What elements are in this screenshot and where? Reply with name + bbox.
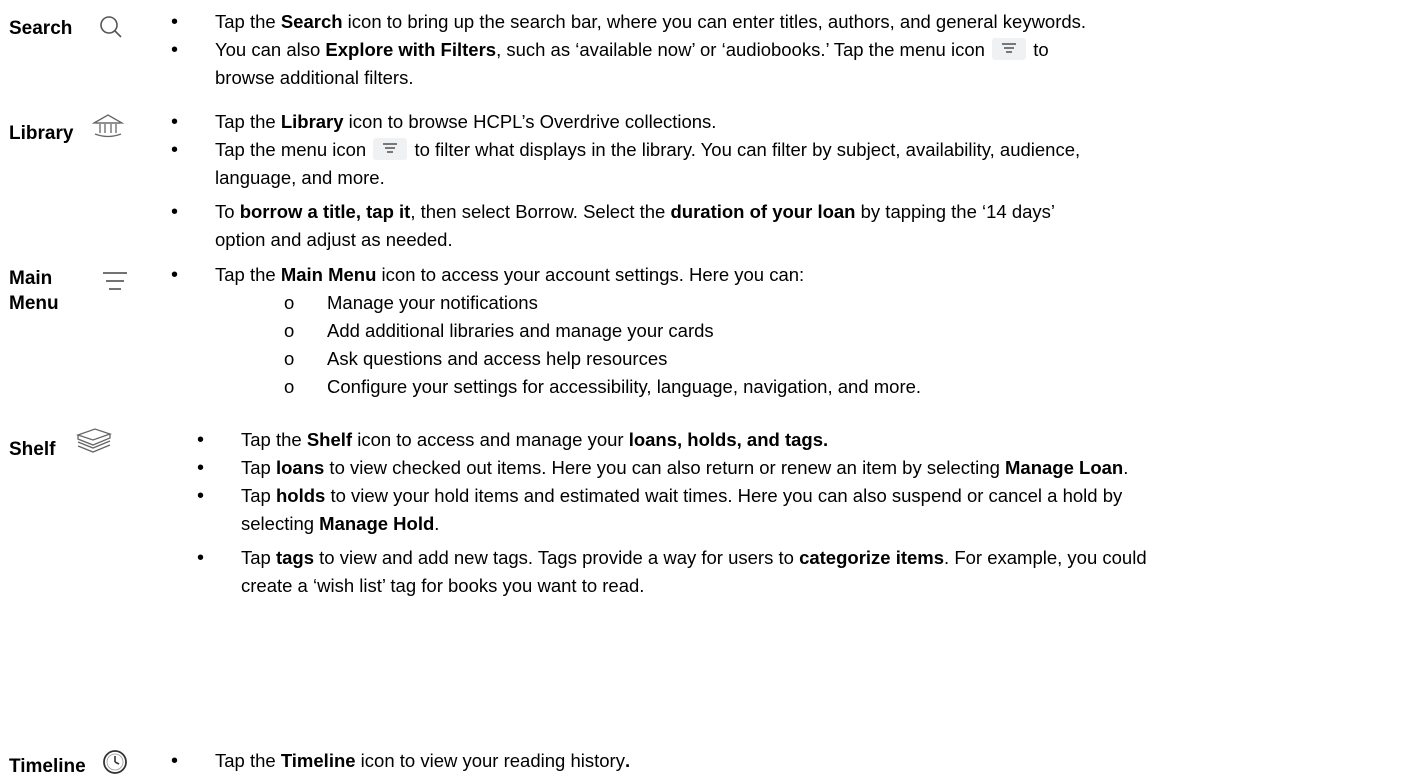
book-stack-icon [75,426,113,464]
timeline-label: Timeline [9,756,86,777]
search-bullet-2-cont: browse additional filters. [215,67,414,88]
library-bullet-3-cont: option and adjust as needed. [215,229,453,250]
search-bullet-1: Tap the Search icon to bring up the sear… [171,8,1086,36]
shelf-bullet-1: Tap the Shelf icon to access and manage … [197,426,828,454]
shelf-label: Shelf [9,439,56,460]
shelf-bullet-2: Tap loans to view checked out items. Her… [197,454,1128,482]
main-menu-label-line-1: Main [9,268,53,289]
main-menu-sub-item-1: Manage your notifications [284,289,538,317]
magnifier-icon [98,14,124,48]
main-menu-sub-item-2: Add additional libraries and manage your… [284,317,714,345]
shelf-bullet-4-cont: create a ‘wish list’ tag for books you w… [241,575,645,596]
shelf-bullet-3: Tap holds to view your hold items and es… [197,482,1122,510]
menu-lines-icon [102,268,128,302]
main-menu-bullet-1: Tap the Main Menu icon to access your ac… [171,261,804,289]
main-menu-label-line-2: Menu [9,293,59,314]
shelf-bullet-4: Tap tags to view and add new tags. Tags … [197,544,1147,572]
main-menu-sub-item-4: Configure your settings for accessibilit… [284,373,921,401]
library-label: Library [9,123,74,144]
menu-lines-icon [373,138,408,161]
library-bullet-1: Tap the Library icon to browse HCPL’s Ov… [171,108,716,136]
search-bullet-2: You can also Explore with Filters, such … [171,36,1049,64]
library-bullet-3: To borrow a title, tap it, then select B… [171,198,1055,226]
library-bullet-2-cont: language, and more. [215,167,385,188]
main-menu-sub-item-3: Ask questions and access help resources [284,345,667,373]
search-label: Search [9,18,73,39]
timeline-bullet-1: Tap the Timeline icon to view your readi… [171,747,630,775]
library-bullet-2: Tap the menu icon to filter what display… [171,136,1080,164]
library-building-icon [91,112,125,148]
menu-lines-icon [992,38,1027,61]
shelf-bullet-3-cont: selecting Manage Hold. [241,513,440,534]
